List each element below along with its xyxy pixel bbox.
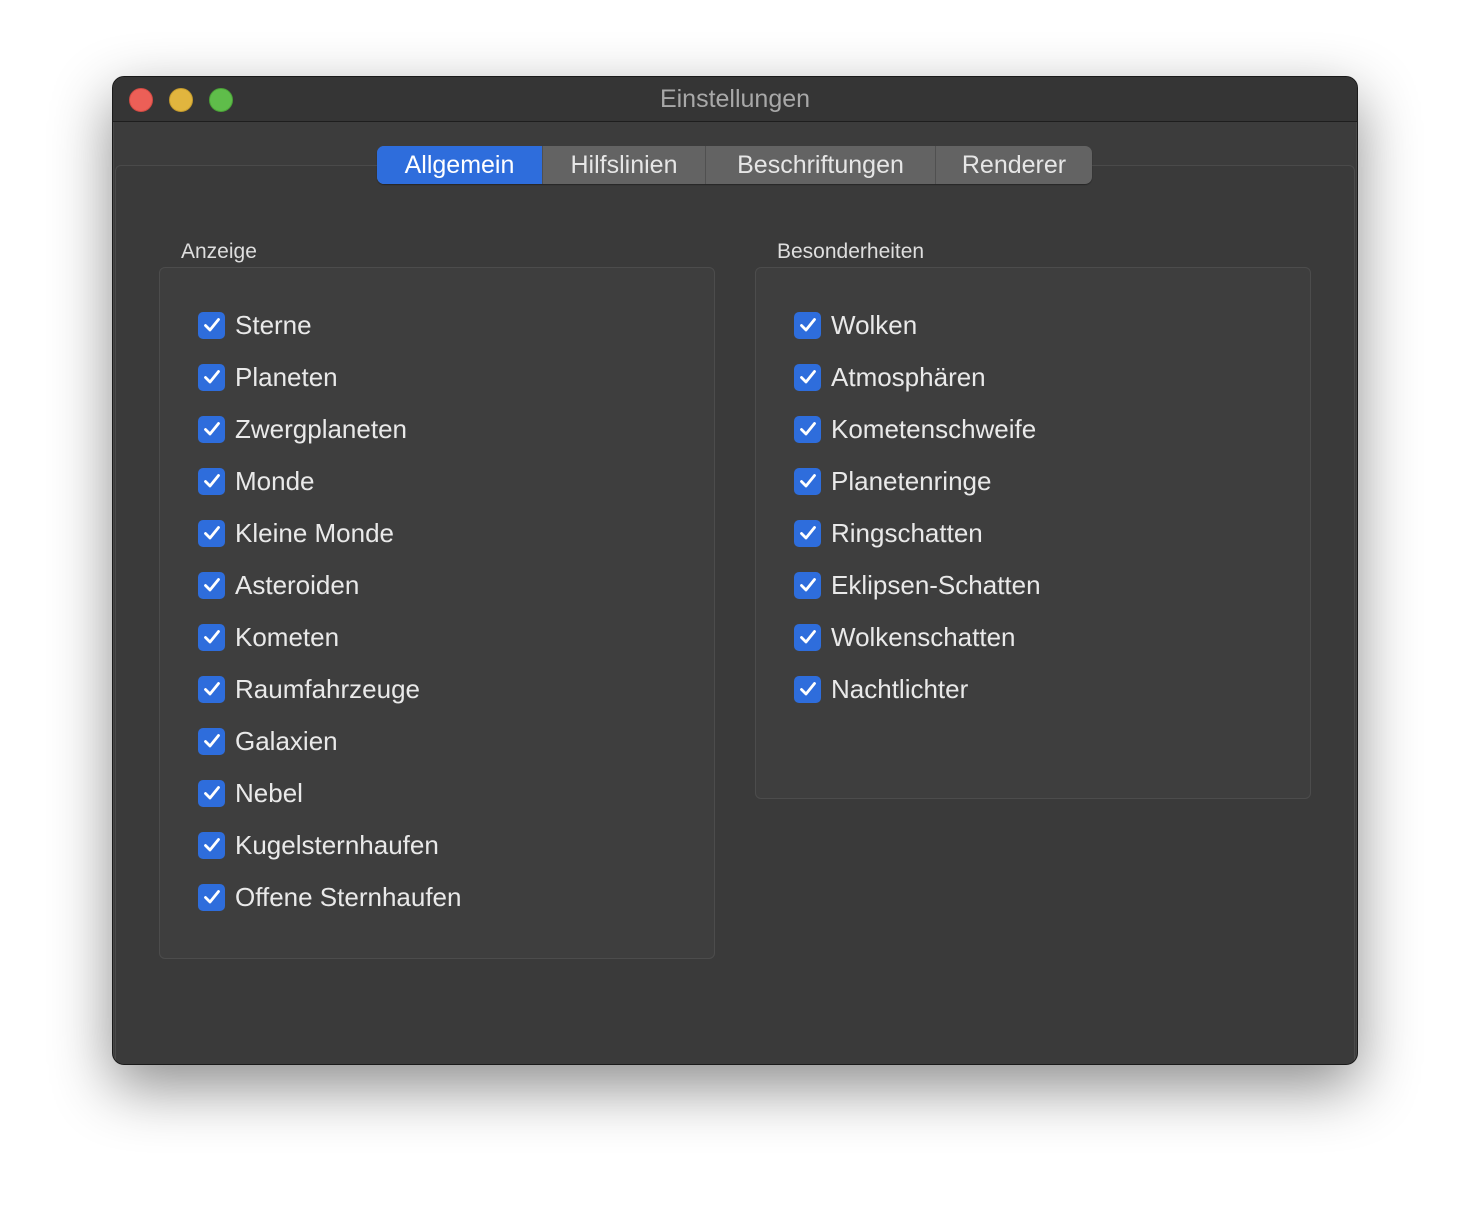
checkbox-label: Planeten xyxy=(235,361,338,392)
checkbox[interactable] xyxy=(198,519,225,547)
checkbox-label: Nachtlichter xyxy=(831,673,969,704)
checkbox-label: Kometen xyxy=(235,621,340,652)
checkmark-icon xyxy=(799,370,816,384)
checkbox-row[interactable]: Galaxien xyxy=(198,721,338,761)
checkmark-icon xyxy=(799,422,816,436)
tab-hilfslinien[interactable]: Hilfslinien xyxy=(543,146,706,184)
checkbox[interactable] xyxy=(198,623,225,651)
checkbox-label: Kugelsternhaufen xyxy=(235,829,439,860)
checkbox[interactable] xyxy=(198,727,225,755)
checkbox[interactable] xyxy=(198,571,225,599)
checkbox-row[interactable]: Offene Sternhaufen xyxy=(198,877,461,917)
checkbox[interactable] xyxy=(198,779,225,807)
checkbox[interactable] xyxy=(794,311,821,339)
checkbox-label: Nebel xyxy=(235,777,303,808)
checkmark-icon xyxy=(203,786,220,800)
checkbox-row[interactable]: Kometen xyxy=(198,617,339,657)
group-label-besonderheiten: Besonderheiten xyxy=(777,240,925,263)
tab-bar: Allgemein Hilfslinien Beschriftungen Ren… xyxy=(377,146,1092,184)
checkbox-row[interactable]: Nebel xyxy=(198,773,303,813)
checkmark-icon xyxy=(203,630,220,644)
checkbox[interactable] xyxy=(198,675,225,703)
checkmark-icon xyxy=(203,682,220,696)
checkbox[interactable] xyxy=(794,571,821,599)
checkbox-label: Zwergplaneten xyxy=(235,413,407,444)
checkbox-label: Monde xyxy=(235,465,315,496)
checkbox[interactable] xyxy=(794,519,821,547)
group-box-besonderheiten: Wolken Atmosphären Kometenschweife Planeten… xyxy=(755,267,1311,799)
checkbox[interactable] xyxy=(794,363,821,391)
checkbox-row[interactable]: Asteroiden xyxy=(198,565,359,605)
checkbox[interactable] xyxy=(198,883,225,911)
checkmark-icon xyxy=(799,474,816,488)
checkmark-icon xyxy=(203,318,220,332)
checkbox-row[interactable]: Kugelsternhaufen xyxy=(198,825,439,865)
checkbox-row[interactable]: Monde xyxy=(198,461,315,501)
checkbox-row[interactable]: Kometenschweife xyxy=(794,409,1036,449)
checkbox-label: Atmosphären xyxy=(831,361,986,392)
checkbox-row[interactable]: Planetenringe xyxy=(794,461,991,501)
checkmark-icon xyxy=(799,578,816,592)
settings-window: Einstellungen Allgemein Hilfslinien Besc… xyxy=(112,76,1358,1065)
checkbox-label: Kleine Monde xyxy=(235,517,394,548)
checkbox-label: Wolkenschatten xyxy=(831,621,1016,652)
window-title: Einstellungen xyxy=(659,85,811,113)
checkbox[interactable] xyxy=(198,311,225,339)
checkbox-row[interactable]: Nachtlichter xyxy=(794,669,968,709)
checkbox-row[interactable]: Atmosphären xyxy=(794,357,986,397)
checkmark-icon xyxy=(203,526,220,540)
checkbox-row[interactable]: Eklipsen-Schatten xyxy=(794,565,1041,605)
checkbox[interactable] xyxy=(198,415,225,443)
checkbox-label: Raumfahrzeuge xyxy=(235,673,420,704)
checkbox-label: Eklipsen-Schatten xyxy=(831,569,1041,600)
tab-beschriftungen[interactable]: Beschriftungen xyxy=(706,146,936,184)
group-box-anzeige: Sterne Planeten Zwergplaneten Monde Kleine M… xyxy=(159,267,715,959)
checkbox-label: Asteroiden xyxy=(235,569,360,600)
checkbox-label: Planetenringe xyxy=(831,465,992,496)
checkmark-icon xyxy=(799,630,816,644)
checkbox-label: Sterne xyxy=(235,309,312,340)
checkbox[interactable] xyxy=(198,363,225,391)
checkmark-icon xyxy=(203,370,220,384)
checkbox-row[interactable]: Wolkenschatten xyxy=(794,617,1016,657)
checkbox-row[interactable]: Raumfahrzeuge xyxy=(198,669,420,709)
checkmark-icon xyxy=(203,890,220,904)
checkmark-icon xyxy=(203,578,220,592)
checkmark-icon xyxy=(203,838,220,852)
checkbox-row[interactable]: Planeten xyxy=(198,357,338,397)
checkbox-row[interactable]: Kleine Monde xyxy=(198,513,394,553)
checkbox-row[interactable]: Wolken xyxy=(794,305,917,345)
checkbox[interactable] xyxy=(198,831,225,859)
title-bar[interactable]: Einstellungen xyxy=(113,77,1357,122)
checkmark-icon xyxy=(203,734,220,748)
checkbox-label: Kometenschweife xyxy=(831,413,1037,444)
checkbox-label: Galaxien xyxy=(235,725,338,756)
checkmark-icon xyxy=(799,526,816,540)
checkbox-row[interactable]: Sterne xyxy=(198,305,312,345)
checkbox[interactable] xyxy=(794,675,821,703)
checkbox-row[interactable]: Zwergplaneten xyxy=(198,409,407,449)
checkmark-icon xyxy=(799,318,816,332)
checkmark-icon xyxy=(203,422,220,436)
checkbox[interactable] xyxy=(794,623,821,651)
checkmark-icon xyxy=(799,682,816,696)
checkbox-label: Ringschatten xyxy=(831,517,983,548)
checkbox-row[interactable]: Ringschatten xyxy=(794,513,983,553)
checkbox[interactable] xyxy=(794,415,821,443)
tab-renderer[interactable]: Renderer xyxy=(936,146,1092,184)
checkmark-icon xyxy=(203,474,220,488)
tab-allgemein[interactable]: Allgemein xyxy=(377,146,543,184)
group-label-anzeige: Anzeige xyxy=(181,240,257,263)
checkbox-label: Offene Sternhaufen xyxy=(235,881,462,912)
checkbox[interactable] xyxy=(794,467,821,495)
checkbox-label: Wolken xyxy=(831,309,918,340)
checkbox[interactable] xyxy=(198,467,225,495)
